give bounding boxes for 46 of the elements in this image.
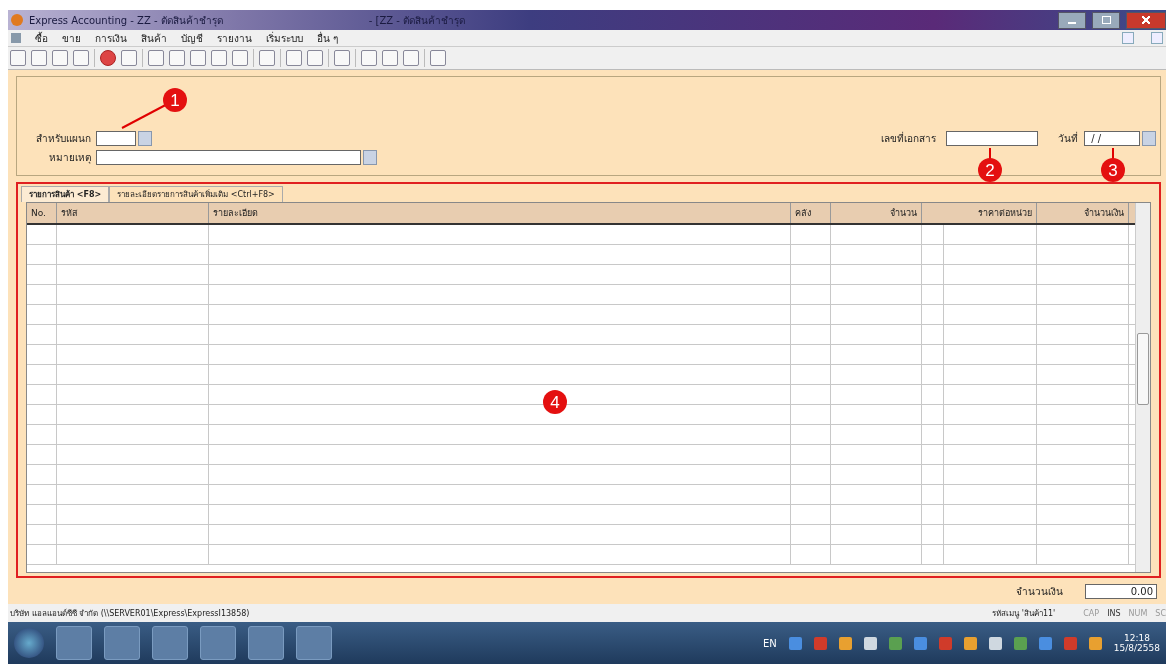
close-button[interactable] xyxy=(1126,11,1166,29)
menu-item[interactable]: ขาย xyxy=(62,30,81,46)
menu-code-text: รหัสเมนู 'สินค้า11' xyxy=(992,607,1056,620)
start-button[interactable] xyxy=(14,628,44,658)
menu-item[interactable]: อื่น ๆ xyxy=(317,30,339,46)
menu-item[interactable]: ซื้อ xyxy=(35,30,48,46)
field-label: สำหรับแผนก xyxy=(35,132,91,146)
department-field[interactable] xyxy=(96,131,136,146)
annotation-marker: 1 xyxy=(163,88,187,112)
menu-item[interactable]: รายงาน xyxy=(217,30,252,46)
window-title: Express Accounting - ZZ - ตัดสินค้าชำรุด xyxy=(29,13,223,28)
annotation-marker: 3 xyxy=(1101,158,1125,182)
language-indicator[interactable]: EN xyxy=(763,637,777,649)
minimize-button[interactable] xyxy=(1058,11,1086,29)
document-number-field[interactable] xyxy=(946,131,1038,146)
field-label: เลขที่เอกสาร xyxy=(881,131,936,146)
menu-item[interactable]: เริ่มระบบ xyxy=(266,30,303,46)
company-path-text: บริษัท แอลแอนด์ซีซี จำกัด (\\SERVER01\Express\ExpressI13858) xyxy=(10,607,250,620)
column-header: No. xyxy=(27,203,57,223)
key-indicator: SC xyxy=(1155,608,1166,618)
key-indicator: INS xyxy=(1107,608,1121,618)
column-header: จำนวน xyxy=(831,203,922,223)
key-indicator: NUM xyxy=(1128,608,1148,618)
menu-item[interactable]: การเงิน xyxy=(95,30,127,46)
column-header: รหัส xyxy=(57,203,209,223)
tab[interactable]: รายละเอียดรายการสินค้าเพิ่มเติม <Ctrl+F8> xyxy=(109,186,283,202)
date-field[interactable]: / / xyxy=(1084,131,1140,146)
document-title: - [ZZ - ตัดสินค้าชำรุด xyxy=(368,13,466,28)
field-label: หมายเหตุ xyxy=(48,151,91,165)
note-field[interactable] xyxy=(96,150,361,165)
menu-item[interactable]: สินค้า xyxy=(141,30,167,46)
total-field: 0.00 xyxy=(1085,583,1157,599)
clock[interactable]: 12:18 15/8/2558 xyxy=(1113,633,1160,653)
menu-item[interactable]: บัญชี xyxy=(181,30,203,46)
column-header: คลัง xyxy=(791,203,831,223)
key-indicator: CAP xyxy=(1083,608,1100,618)
total-label: จำนวนเงิน xyxy=(1016,584,1063,599)
annotation-marker: 4 xyxy=(543,390,567,414)
maximize-button[interactable] xyxy=(1092,11,1120,29)
scrollbar[interactable] xyxy=(1135,203,1150,572)
column-header: จำนวนเงิน xyxy=(1037,203,1129,223)
column-header: รายละเอียด xyxy=(209,203,791,223)
annotation-marker: 2 xyxy=(978,158,1002,182)
field-label: วันที่ xyxy=(1058,131,1078,146)
column-header: ราคาต่อหน่วย xyxy=(944,203,1037,223)
tab[interactable]: รายการสินค้า <F8> xyxy=(21,186,110,202)
